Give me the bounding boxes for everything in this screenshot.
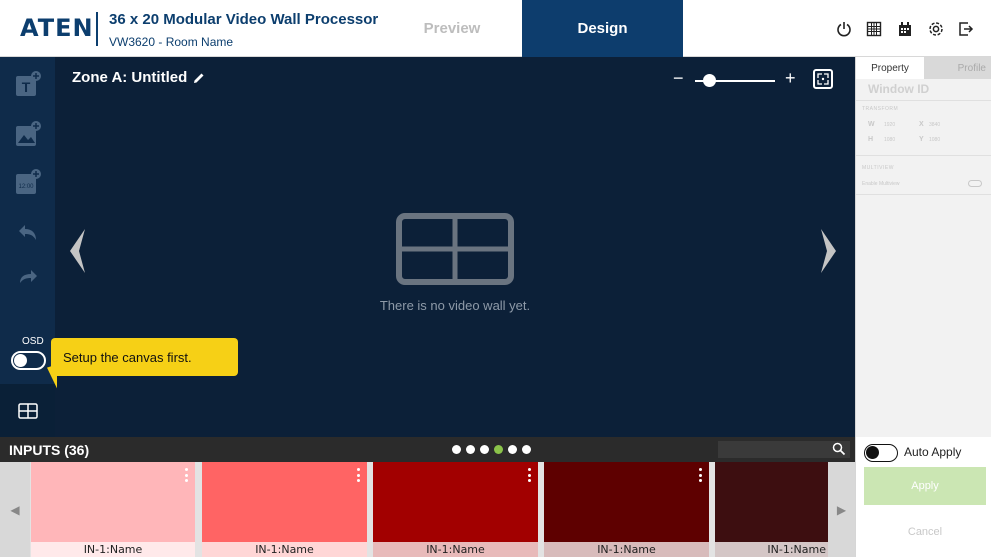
- card-menu-icon[interactable]: [184, 468, 188, 482]
- redo-icon[interactable]: [11, 257, 45, 291]
- osd-label: OSD: [22, 336, 44, 347]
- logout-icon[interactable]: [956, 19, 976, 39]
- zoom-out-button[interactable]: −: [673, 68, 684, 89]
- canvas-layout-icon: [17, 402, 38, 419]
- design-canvas[interactable]: Zone A: Untitled − + There is no video w…: [55, 57, 855, 437]
- width-label: W: [868, 121, 875, 128]
- calendar-icon[interactable]: [895, 19, 915, 39]
- input-preview: [715, 462, 828, 542]
- svg-text:T: T: [22, 79, 31, 95]
- tab-preview[interactable]: Preview: [382, 0, 522, 57]
- height-label: H: [868, 136, 874, 143]
- tab-design[interactable]: Design: [522, 0, 683, 57]
- osd-toggle-knob: [14, 354, 27, 367]
- page-dot[interactable]: [466, 445, 475, 454]
- inputs-page-dots: [452, 445, 531, 454]
- inputs-title: INPUTS (36): [9, 442, 90, 458]
- top-header: ATEN 36 x 20 Modular Video Wall Processo…: [0, 0, 991, 57]
- product-title: 36 x 20 Modular Video Wall Processor: [109, 11, 379, 28]
- canvas-prev-arrow[interactable]: [65, 227, 89, 280]
- zoom-slider-handle[interactable]: [703, 74, 716, 87]
- input-preview: [544, 462, 709, 542]
- input-preview: [202, 462, 367, 542]
- x-field[interactable]: 3840: [929, 122, 940, 128]
- svg-text:12:00: 12:00: [18, 184, 34, 190]
- cancel-button[interactable]: Cancel: [864, 514, 986, 550]
- osd-toggle[interactable]: [11, 351, 46, 370]
- inputs-prev-arrow[interactable]: ◀: [0, 462, 30, 557]
- input-name: IN-1:Name: [202, 542, 367, 557]
- page-dot[interactable]: [508, 445, 517, 454]
- property-panel: Property Profile Window ID TRANSFORM W 1…: [855, 57, 991, 437]
- width-field[interactable]: 1920: [884, 122, 895, 128]
- panel-divider: [856, 155, 991, 156]
- height-field[interactable]: 1080: [884, 137, 895, 143]
- aten-logo: ATEN: [20, 14, 94, 42]
- input-preview: [373, 462, 538, 542]
- inputs-header-bar: INPUTS (36): [0, 437, 855, 462]
- setup-canvas-tooltip: Setup the canvas first.: [51, 338, 238, 376]
- zone-title-text: Zone A: Untitled: [72, 69, 188, 86]
- inputs-next-arrow[interactable]: ▶: [828, 462, 855, 557]
- input-name: IN-1:Name: [31, 542, 195, 557]
- search-icon: [832, 442, 846, 456]
- apply-button[interactable]: Apply: [864, 467, 986, 505]
- power-icon[interactable]: [834, 19, 854, 39]
- canvas-next-arrow[interactable]: [817, 227, 841, 280]
- grid-icon[interactable]: [864, 19, 884, 39]
- input-name: IN-1:Name: [715, 542, 828, 557]
- input-preview: [31, 462, 195, 542]
- input-card[interactable]: IN-1:Name: [373, 462, 538, 557]
- undo-icon[interactable]: [11, 217, 45, 251]
- inputs-search-input[interactable]: [718, 441, 850, 458]
- input-card[interactable]: IN-1:Name: [31, 462, 195, 557]
- card-menu-icon[interactable]: [356, 468, 360, 482]
- input-name: IN-1:Name: [373, 542, 538, 557]
- window-id-field[interactable]: Window ID: [868, 82, 929, 96]
- page-dot[interactable]: [522, 445, 531, 454]
- empty-state-message: There is no video wall yet.: [379, 298, 531, 313]
- y-field[interactable]: 1080: [929, 137, 940, 143]
- add-image-icon[interactable]: [11, 117, 45, 151]
- card-menu-icon[interactable]: [527, 468, 531, 482]
- settings-icon[interactable]: [926, 19, 946, 39]
- tab-property[interactable]: Property: [856, 57, 924, 79]
- add-text-icon[interactable]: T: [11, 67, 45, 101]
- auto-apply-label: Auto Apply: [904, 445, 962, 459]
- zone-title[interactable]: Zone A: Untitled: [72, 69, 205, 86]
- edit-pencil-icon: [194, 73, 204, 83]
- auto-apply-knob: [866, 446, 879, 459]
- zoom-in-button[interactable]: +: [785, 68, 796, 89]
- add-clock-icon[interactable]: 12:00: [11, 165, 45, 199]
- inputs-strip: ◀ IN-1:Name IN-1:Name IN-1:Name IN-1:Nam…: [0, 462, 855, 557]
- transform-section-label: TRANSFORM: [862, 106, 899, 112]
- page-dot[interactable]: [452, 445, 461, 454]
- panel-divider: [856, 100, 991, 101]
- header-divider: [96, 12, 98, 46]
- card-menu-icon[interactable]: [698, 468, 702, 482]
- apply-panel: Auto Apply Apply Cancel: [855, 437, 991, 557]
- page-dot-active[interactable]: [494, 445, 503, 454]
- input-name: IN-1:Name: [544, 542, 709, 557]
- zoom-control: − +: [673, 68, 833, 91]
- page-dot[interactable]: [480, 445, 489, 454]
- fit-screen-icon[interactable]: [813, 69, 833, 89]
- empty-videowall-icon: [396, 213, 514, 290]
- input-card[interactable]: IN-1:Name: [202, 462, 367, 557]
- y-label: Y: [919, 136, 924, 143]
- product-subtitle: VW3620 - Room Name: [109, 35, 234, 49]
- x-label: X: [919, 121, 924, 128]
- multiview-section-label: MULTIVIEW: [862, 165, 894, 171]
- canvas-layout-button[interactable]: [0, 384, 55, 437]
- input-card[interactable]: IN-1:Name: [715, 462, 828, 557]
- enable-multiview-label: Enable Multiview: [862, 181, 900, 187]
- tab-profile[interactable]: Profile: [924, 57, 991, 79]
- multiview-toggle[interactable]: [968, 180, 982, 187]
- input-card[interactable]: IN-1:Name: [544, 462, 709, 557]
- auto-apply-toggle[interactable]: [864, 444, 898, 462]
- panel-divider: [856, 194, 991, 195]
